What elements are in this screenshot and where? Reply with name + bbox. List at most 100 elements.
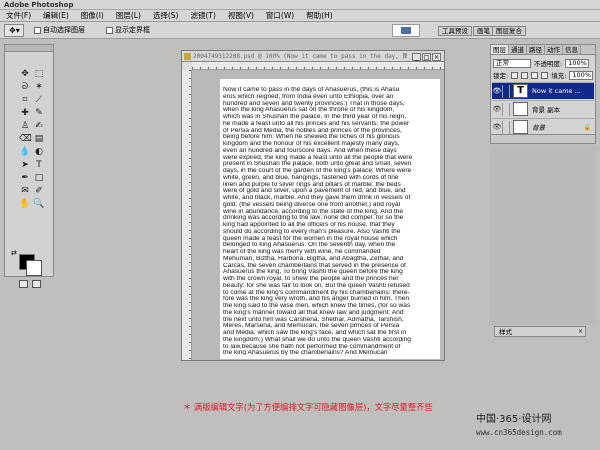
menu-filter[interactable]: 滤镜(T) xyxy=(185,10,222,21)
menu-help[interactable]: 帮助(H) xyxy=(300,10,339,21)
eraser-tool-icon[interactable]: ⌫ xyxy=(19,134,32,145)
document-canvas[interactable]: Now it came to pass in the days of Ahasu… xyxy=(220,79,440,359)
brush-tool-icon[interactable]: ✎ xyxy=(33,108,45,119)
lock-position-icon[interactable] xyxy=(531,71,539,79)
layer-row-background[interactable]: 👁 背景 🔒 xyxy=(492,118,594,135)
auto-select-layer-checkbox[interactable]: 自动选择图层 xyxy=(34,25,85,35)
text-line: Ahasuerus the king, To bring Vashti the … xyxy=(223,269,403,276)
blend-opacity-row: 正常 不透明度: 100% xyxy=(493,58,590,68)
close-icon[interactable]: × xyxy=(574,327,583,337)
vertical-ruler[interactable] xyxy=(182,70,192,360)
minimize-button[interactable]: _ xyxy=(412,53,421,61)
pen-tool-icon[interactable]: ✒ xyxy=(19,173,31,184)
menu-edit[interactable]: 编辑(E) xyxy=(37,10,75,21)
shape-tool-icon[interactable]: □ xyxy=(33,173,45,184)
menu-file[interactable]: 文件(F) xyxy=(0,10,37,21)
text-line: Meres, Marsena, and Memucan, the seven p… xyxy=(223,323,400,330)
menubar: 文件(F) 编辑(E) 图像(I) 图层(L) 选择(S) 滤镜(T) 视图(V… xyxy=(0,10,600,22)
show-bounding-box-checkbox[interactable]: 显示定界框 xyxy=(106,25,150,35)
tab-brushes[interactable]: 画笔 xyxy=(473,26,494,36)
lock-pixels-icon[interactable] xyxy=(521,71,529,79)
gradient-tool-icon[interactable]: ▤ xyxy=(33,134,45,145)
fill-label: 填充: xyxy=(551,72,567,80)
opacity-input[interactable]: 100% xyxy=(565,58,590,68)
layer-name: 背景 副本 xyxy=(532,106,561,114)
hand-tool-icon[interactable]: ✋ xyxy=(19,199,31,210)
checkbox-box[interactable] xyxy=(34,26,41,34)
text-line: were expired, the king made a feast unto… xyxy=(223,154,413,161)
healing-tool-icon[interactable]: ✚ xyxy=(19,108,31,119)
magic-wand-tool-icon[interactable]: ✶ xyxy=(33,82,45,93)
stamp-tool-icon[interactable]: ♙ xyxy=(19,121,31,132)
document-title: 2004749312208.psd @ 100% (Now it came to… xyxy=(193,53,407,60)
layer-row-text[interactable]: 👁 T Now it came ... xyxy=(492,82,594,99)
layer-link-slot[interactable] xyxy=(502,120,510,134)
crop-tool-icon[interactable]: ⌗ xyxy=(19,95,31,106)
lock-fill-row: 锁定: 填充: 100% xyxy=(493,70,594,80)
tab-layers[interactable]: 图层 xyxy=(491,45,509,54)
horizontal-ruler[interactable] xyxy=(192,62,444,70)
maximize-button[interactable]: □ xyxy=(422,53,431,61)
menu-window[interactable]: 窗口(W) xyxy=(260,10,300,21)
quick-mask-icon[interactable] xyxy=(32,280,41,288)
blur-tool-icon[interactable]: 💧 xyxy=(19,147,31,158)
text-line: the kingdom;) What shall we do unto the … xyxy=(223,336,411,343)
tab-info[interactable]: 信息 xyxy=(563,45,581,54)
type-tool-icon[interactable]: T xyxy=(33,160,45,171)
lock-all-icon[interactable] xyxy=(541,71,549,79)
tab-paths[interactable]: 路径 xyxy=(527,45,545,54)
checkbox-box[interactable] xyxy=(106,26,113,34)
close-button[interactable]: × xyxy=(432,53,441,61)
layer-thumbnail xyxy=(513,102,528,116)
lock-transparency-icon[interactable] xyxy=(511,71,519,79)
text-line: beauty: for she was fair to look on. But… xyxy=(223,282,410,289)
auto-select-layer-label: 自动选择图层 xyxy=(43,26,85,34)
eyedropper-tool-icon[interactable]: ✐ xyxy=(33,186,45,197)
lock-label: 锁定: xyxy=(493,72,509,80)
menu-select[interactable]: 选择(S) xyxy=(147,10,185,21)
blend-mode-select[interactable]: 正常 xyxy=(493,58,531,68)
visibility-eye-icon[interactable]: 👁 xyxy=(492,105,502,113)
path-select-tool-icon[interactable]: ➤ xyxy=(19,160,31,171)
notes-tool-icon[interactable]: ✉ xyxy=(19,186,31,197)
lasso-tool-icon[interactable]: ᘐ xyxy=(19,82,31,93)
text-layer-content[interactable]: Now it came to pass in the days of Ahasu… xyxy=(223,87,440,355)
layers-panel: 图层 通道 路径 动作 信息 正常 不透明度: 100% 锁定: 填充: 100… xyxy=(490,44,596,144)
slice-tool-icon[interactable]: ⟋ xyxy=(33,95,45,106)
visibility-eye-icon[interactable]: 👁 xyxy=(492,123,502,131)
tab-channels[interactable]: 通道 xyxy=(509,45,527,54)
history-brush-tool-icon[interactable]: ✍ xyxy=(33,121,45,132)
ruler-origin[interactable] xyxy=(182,62,192,70)
move-tool-icon[interactable]: ✥ xyxy=(19,69,31,80)
styles-panel[interactable]: 样式 × xyxy=(494,326,586,337)
document-titlebar[interactable]: 2004749312208.psd @ 100% (Now it came to… xyxy=(182,51,444,62)
document-window: 2004749312208.psd @ 100% (Now it came to… xyxy=(181,50,445,361)
zoom-tool-icon[interactable]: 🔍 xyxy=(33,199,45,210)
tab-actions[interactable]: 动作 xyxy=(545,45,563,54)
styles-panel-label: 样式 xyxy=(499,328,512,336)
layer-link-slot[interactable] xyxy=(502,84,510,98)
text-line: the king's manner toward all that knew l… xyxy=(223,309,404,316)
menu-image[interactable]: 图像(I) xyxy=(75,10,110,21)
marquee-tool-icon[interactable]: ⬚ xyxy=(33,69,45,80)
text-line: white, and black, marble. And they gave … xyxy=(223,195,411,201)
tab-tool-presets[interactable]: 工具预设 xyxy=(438,26,472,36)
menu-layer[interactable]: 图层(L) xyxy=(110,10,147,21)
text-line: fore was the king very wroth, and his an… xyxy=(223,296,410,303)
fill-input[interactable]: 100% xyxy=(569,70,594,80)
swap-colors-icon[interactable]: ⇄ xyxy=(11,249,17,257)
current-tool-preset[interactable]: ✥▾ xyxy=(4,24,24,37)
background-color-swatch[interactable] xyxy=(26,260,42,276)
text-line: of Persia and Media, the nobles and prin… xyxy=(223,127,402,134)
layer-link-slot[interactable] xyxy=(502,102,510,116)
dodge-tool-icon[interactable]: ◐ xyxy=(33,147,45,158)
menu-view[interactable]: 视图(V) xyxy=(222,10,260,21)
tab-layer-comps[interactable]: 图层复合 xyxy=(492,26,526,36)
visibility-eye-icon[interactable]: 👁 xyxy=(492,87,502,95)
toolbox-header[interactable] xyxy=(5,45,53,52)
layer-row-background-copy[interactable]: 👁 背景 副本 xyxy=(492,100,594,117)
standard-mode-icon[interactable] xyxy=(19,280,28,288)
text-line: when the king Ahasuerus sat on the thron… xyxy=(223,107,395,114)
text-line: erus which reigned, from India even unto… xyxy=(223,93,394,100)
text-line: days, in the court of the garden of the … xyxy=(223,168,412,174)
